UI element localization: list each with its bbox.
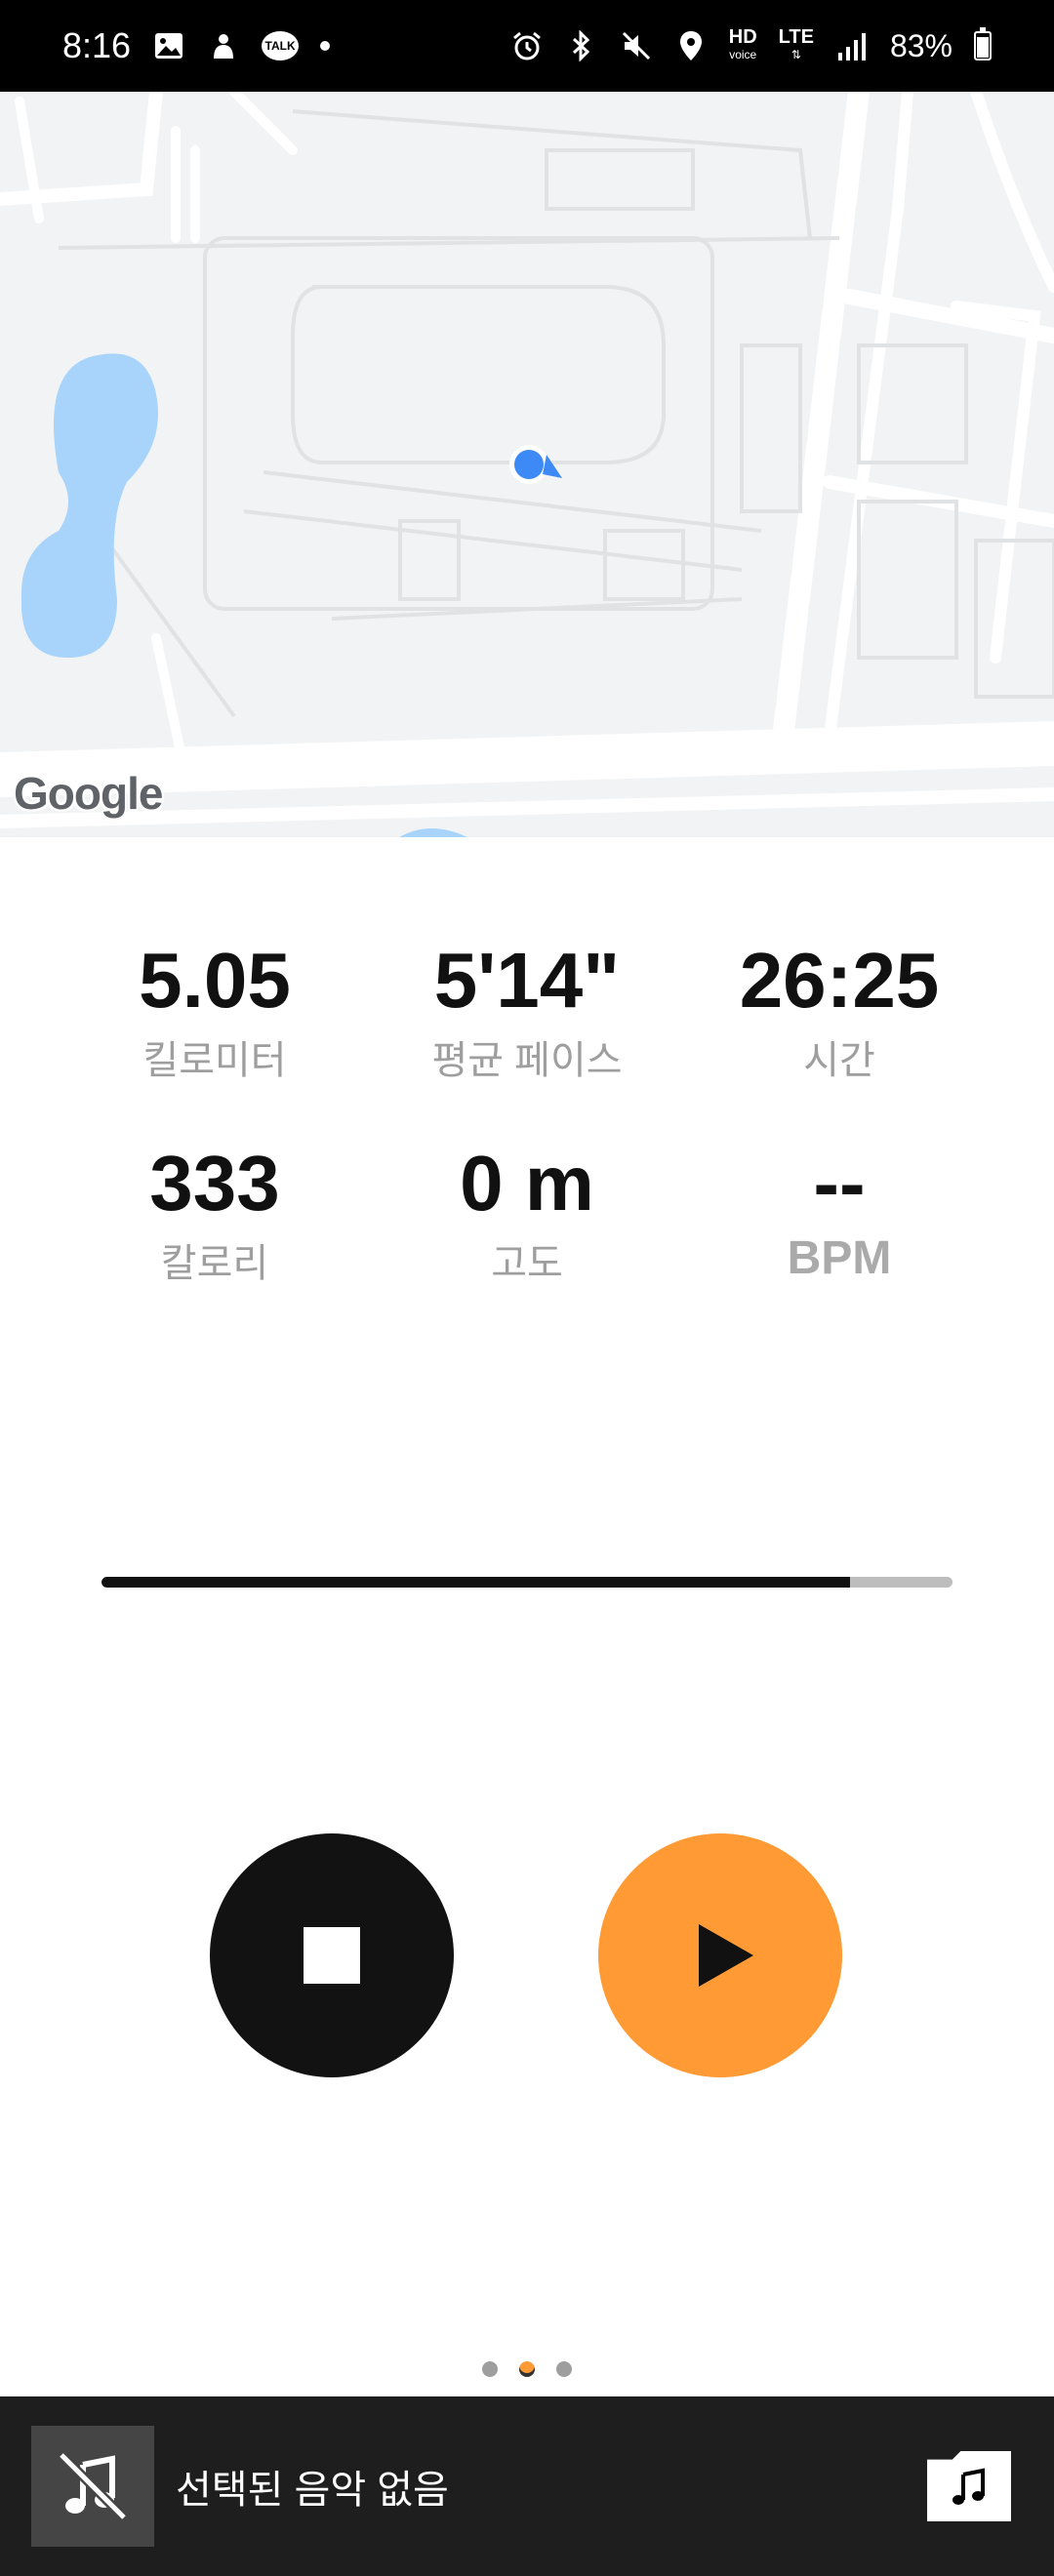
bluetooth-icon [565, 29, 598, 62]
page-dot-1[interactable] [482, 2361, 498, 2377]
time-value: 26:25 [739, 937, 940, 1024]
battery-icon [974, 27, 992, 60]
pace-value: 5'14" [433, 937, 621, 1024]
stat-pace: 5'14" 평균 페이스 [351, 937, 703, 1085]
mute-icon [620, 29, 653, 62]
play-icon [699, 1924, 753, 1987]
stat-heart-rate: -- BPM [664, 1140, 1015, 1285]
gallery-icon [152, 29, 185, 62]
hd-label: HD [728, 26, 757, 48]
location-icon [674, 29, 708, 62]
voice-label: voice [729, 48, 757, 61]
run-progress-bar [101, 1577, 953, 1588]
lte-indicator: LTE ⇅ [778, 26, 814, 63]
calories-value: 333 [149, 1140, 280, 1227]
calories-label: 칼로리 [160, 1242, 269, 1285]
lte-label: LTE [778, 26, 814, 48]
google-attribution-logo: Google [14, 768, 163, 819]
stop-button[interactable] [210, 1833, 454, 2077]
resume-button[interactable] [598, 1833, 842, 2077]
page-dot-3[interactable] [556, 2361, 572, 2377]
signal-icon [835, 29, 869, 62]
page-indicator [0, 2361, 1054, 2377]
pace-label: 평균 페이스 [431, 1039, 623, 1082]
notification-app-icon [207, 29, 240, 62]
running-tracker-screen: 8:16 TALK HD voice LTE ⇅ 83% Google 5.05… [0, 0, 1054, 2576]
stat-distance: 5.05 킬로미터 [39, 937, 390, 1085]
battery-percent: 83% [889, 27, 953, 63]
status-time: 8:16 [62, 25, 132, 65]
kakaotalk-icon: TALK [262, 31, 300, 60]
page-dot-2-active[interactable] [519, 2361, 535, 2377]
hd-voice-indicator: HD voice [728, 26, 757, 63]
stat-altitude: 0 m 고도 [351, 1140, 703, 1288]
music-status-text: 선택된 음악 없음 [176, 2469, 449, 2512]
altitude-value: 0 m [460, 1140, 594, 1227]
alarm-icon [510, 29, 544, 62]
distance-label: 킬로미터 [142, 1039, 287, 1082]
altitude-label: 고도 [491, 1242, 563, 1285]
run-progress-fill [101, 1577, 851, 1588]
more-notifications-dot [320, 41, 331, 51]
heart-rate-label: BPM [787, 1232, 892, 1284]
music-off-icon[interactable] [31, 2426, 154, 2547]
stat-time: 26:25 시간 [664, 937, 1015, 1085]
route-map[interactable]: Google [0, 92, 1054, 837]
music-player-bar[interactable]: 선택된 음악 없음 [0, 2396, 1054, 2576]
music-folder-icon[interactable] [927, 2451, 1011, 2521]
heart-rate-value: -- [813, 1140, 866, 1227]
map-tiles [0, 92, 1054, 837]
data-arrows-icon: ⇅ [790, 48, 801, 61]
status-bar: 8:16 TALK HD voice LTE ⇅ 83% [0, 0, 1054, 92]
time-label: 시간 [803, 1039, 875, 1082]
stat-calories: 333 칼로리 [39, 1140, 390, 1288]
stop-icon [304, 1927, 360, 1984]
distance-value: 5.05 [139, 937, 291, 1024]
